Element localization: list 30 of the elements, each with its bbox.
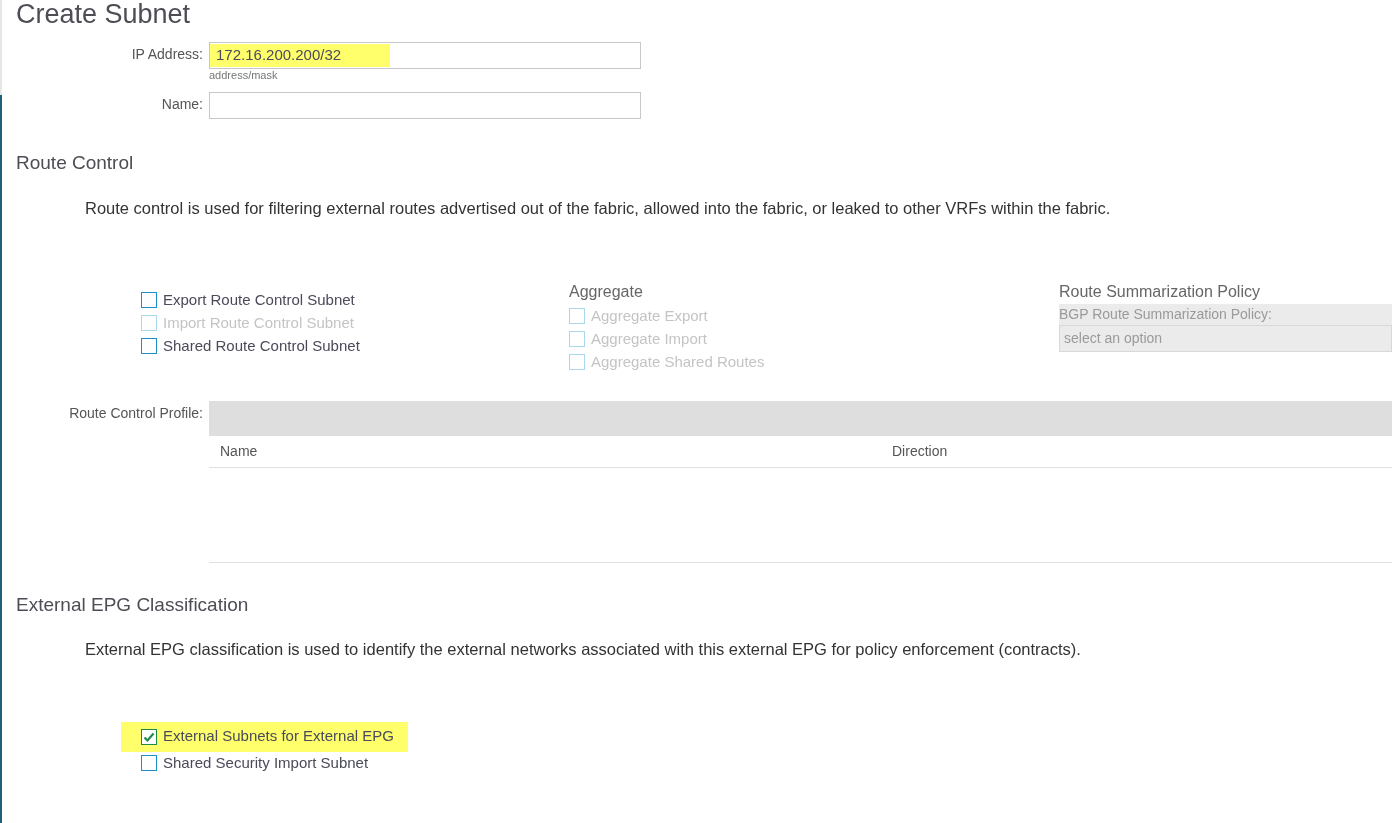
- field-label: Route Control Profile:: [68, 404, 203, 424]
- input-field[interactable]: [209, 92, 641, 119]
- checkbox-label: Aggregate Shared Routes: [591, 351, 765, 372]
- section-description: Route control is used for filtering external routes advertised out of the fabric, allowed into the fabric, or leaked to other VRFs within the fabric.: [85, 197, 1112, 219]
- group-heading: Route Summarization Policy: [1059, 282, 1261, 303]
- checkbox-label: Shared Route Control Subnet: [163, 335, 360, 356]
- section-description: External EPG classification is used to identify the external networks associated with this external EPG for policy enforcement (contracts).: [85, 638, 1082, 660]
- checkbox[interactable]: [141, 291, 157, 308]
- column-header[interactable]: Direction: [881, 441, 948, 463]
- checkbox[interactable]: [141, 728, 157, 745]
- dialog-title: Create Subnet: [16, 0, 192, 30]
- field-value: 172.16.200.200/32: [210, 44, 390, 67]
- section-heading: External EPG Classification: [16, 593, 250, 618]
- input-field[interactable]: 172.16.200.200/32: [209, 42, 641, 69]
- checkbox-label: Shared Security Import Subnet: [163, 752, 369, 773]
- group-heading: Aggregate: [569, 282, 644, 303]
- select-label: BGP Route Summarization Policy:: [1059, 305, 1273, 325]
- field-label: Name:: [160, 95, 203, 114]
- checkbox[interactable]: [141, 755, 157, 771]
- section-heading: Route Control: [16, 151, 135, 175]
- column-header[interactable]: Name: [209, 441, 881, 463]
- field-label: IP Address:: [130, 45, 203, 64]
- checkbox-label: Aggregate Export: [591, 305, 708, 326]
- checkbox-label: Export Route Control Subnet: [163, 289, 355, 310]
- checkbox[interactable]: [141, 337, 157, 354]
- checkmark-icon: [143, 730, 155, 743]
- checkbox-label: External Subnets for External EPG: [163, 726, 394, 747]
- checkbox-label: Aggregate Import: [591, 328, 707, 349]
- field-hint: address/mask: [209, 69, 279, 82]
- checkbox-label: Import Route Control Subnet: [163, 312, 354, 333]
